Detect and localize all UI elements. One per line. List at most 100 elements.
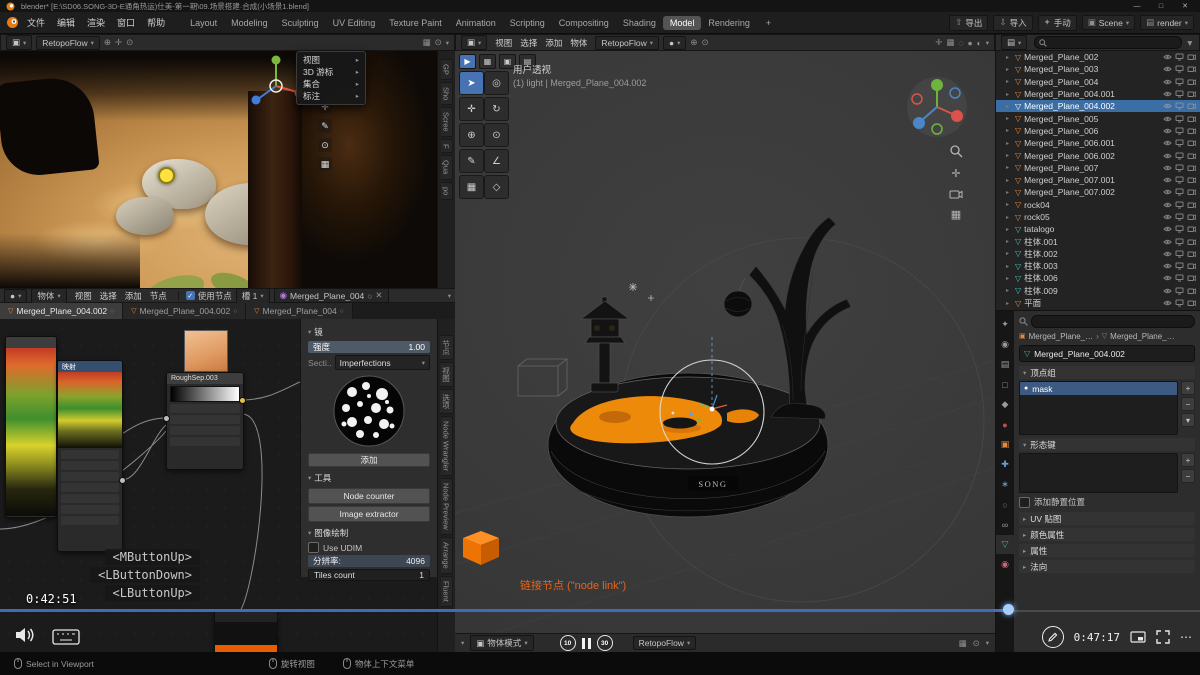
select-tool[interactable]: ➤ [459,71,484,95]
outliner-row[interactable]: ▸ ▽ Merged_Plane_004 [996,76,1200,88]
material-tab[interactable]: ▽ Merged_Plane_004.002 ○ [0,303,123,319]
outliner-row[interactable]: ▸ ▽ Merged_Plane_005 [996,112,1200,124]
expand-icon[interactable]: ▸ [1006,91,1012,98]
hide-viewport-eye-icon[interactable] [1163,102,1172,110]
breadcrumb-object[interactable]: Merged_Plane_… [1029,332,1093,341]
side-tab[interactable]: Arrange [441,537,453,574]
workspace-tab[interactable]: Rendering [701,16,757,30]
snap-magnet-icon[interactable]: ⊕ [690,37,697,48]
keyboard-overlay-toggle-icon[interactable] [52,629,80,645]
properties-tab-icon[interactable]: ▣ [996,435,1014,454]
workspace-tab[interactable]: Sculpting [275,16,326,30]
side-tab[interactable]: F [441,139,453,154]
properties-tab-icon[interactable]: □ [996,375,1014,394]
menu-item[interactable]: 文件 [21,16,51,30]
blender-app-icon[interactable] [6,16,19,29]
workspace-tab[interactable]: Shading [616,16,663,30]
side-tab[interactable]: GP [441,59,453,80]
manual-button[interactable]: ✦手动 [1038,15,1077,31]
import-button[interactable]: ⇩导入 [993,15,1032,31]
outliner-row[interactable]: ▸ ▽ Merged_Plane_003 [996,63,1200,75]
disable-viewport-monitor-icon[interactable] [1175,90,1184,98]
tool-target-icon[interactable]: ⊙ [318,138,332,152]
shader-menu-item[interactable]: 选择 [96,290,121,302]
hide-viewport-eye-icon[interactable] [1163,78,1172,86]
skip-back-button[interactable]: 10 [560,635,576,651]
play-mode-icon[interactable]: ▶ [459,54,476,69]
hide-viewport-eye-icon[interactable] [1163,65,1172,73]
outliner-row[interactable]: ▸ ▽ rock04 [996,199,1200,211]
viewport-menu-item[interactable]: 视图 [491,37,516,49]
shading-icon[interactable]: ⊙ [973,638,980,649]
shape-keys-header[interactable]: ▾ 形态键 [1019,438,1195,451]
tab-pin-icon[interactable]: ○ [340,308,344,315]
disable-render-camera-icon[interactable] [1187,176,1196,184]
outliner-row[interactable]: ▸ ▽ Merged_Plane_004.001 [996,88,1200,100]
remove-key-button[interactable]: − [1181,469,1195,483]
disable-viewport-monitor-icon[interactable] [1175,78,1184,86]
search-input[interactable] [1031,315,1195,328]
outliner-row[interactable]: ▸ ▽ 柱体.009 [996,285,1200,297]
zoom-icon[interactable] [950,145,963,158]
outliner-row[interactable]: ▸ ▽ tatalogo [996,223,1200,235]
disable-render-camera-icon[interactable] [1187,201,1196,209]
tab-pin-icon[interactable]: ○ [110,308,114,315]
disable-viewport-monitor-icon[interactable] [1175,274,1184,282]
hide-viewport-eye-icon[interactable] [1163,201,1172,209]
main-3d-viewport[interactable]: SONG ▶ ▦ ▣ ▤ ➤ ◎ ✛ ↻ [455,51,995,633]
retopoflow-menu[interactable]: RetopoFlow▾ [595,36,659,50]
side-tab[interactable]: 选项 [440,389,454,414]
expand-icon[interactable]: ▸ [1006,78,1012,85]
side-tab[interactable]: Node Preview [441,478,453,535]
properties-tab-icon[interactable]: ◆ [996,395,1014,414]
disable-viewport-monitor-icon[interactable] [1175,238,1184,246]
outliner-row[interactable]: ▸ ▽ 柱体.006 [996,272,1200,284]
tool-grid-icon[interactable]: ▦ [318,157,332,171]
disable-viewport-monitor-icon[interactable] [1175,225,1184,233]
disable-viewport-monitor-icon[interactable] [1175,65,1184,73]
context-menu-item[interactable]: 集合▸ [297,78,365,90]
properties-tab-icon[interactable]: ○ [996,495,1014,514]
expand-icon[interactable]: ▸ [1006,275,1012,282]
output-socket[interactable] [239,397,246,404]
fullscreen-icon[interactable] [1156,630,1170,644]
disable-render-camera-icon[interactable] [1187,90,1196,98]
expand-icon[interactable]: ▸ [1006,103,1012,110]
disable-render-camera-icon[interactable] [1187,287,1196,295]
grid-icon[interactable]: ▦ [951,208,961,221]
disable-viewport-monitor-icon[interactable] [1175,164,1184,172]
outliner-search-input[interactable] [1034,36,1181,49]
minimize-button[interactable]: — [1128,3,1146,10]
expand-icon[interactable]: ▸ [1006,287,1012,294]
disable-viewport-monitor-icon[interactable] [1175,213,1184,221]
side-tab[interactable]: Scree [441,107,453,137]
maximize-button[interactable]: □ [1152,3,1170,10]
pause-button[interactable] [582,638,591,649]
expand-icon[interactable]: ▸ [1006,177,1012,184]
annotate-tool[interactable]: ✎ [459,149,484,173]
node-colorramp[interactable]: RoughSep.003 [166,372,244,470]
shading-material-icon[interactable]: ◐ [977,38,982,48]
imperfections-dropdown[interactable]: Imperfections▾ [335,355,430,370]
use-udim-checkbox[interactable]: Use UDIM [308,542,430,553]
proportional-icon[interactable]: ⊙ [126,37,133,48]
hide-viewport-eye-icon[interactable] [1163,115,1172,123]
mode-selector[interactable]: ▣物体模式▾ [470,635,533,651]
workspace-tab[interactable]: Texture Paint [382,16,449,30]
disable-viewport-monitor-icon[interactable] [1175,152,1184,160]
outliner-row[interactable]: ▸ ▽ Merged_Plane_007.001 [996,174,1200,186]
extra-tool[interactable]: ◇ [484,175,509,199]
scale-tool[interactable]: ⊕ [459,123,484,147]
add-key-button[interactable]: + [1181,453,1195,467]
side-tab[interactable]: po [441,182,453,200]
workspace-tab[interactable]: Model [663,16,702,30]
viewlayer-selector[interactable]: ▤render▾ [1140,15,1194,30]
hide-viewport-eye-icon[interactable] [1163,238,1172,246]
workspace-tab[interactable]: Animation [449,16,503,30]
hide-viewport-eye-icon[interactable] [1163,176,1172,184]
slot-selector[interactable]: 槽 1▾ [236,288,270,304]
remove-group-button[interactable]: − [1181,397,1195,411]
hide-viewport-eye-icon[interactable] [1163,188,1172,196]
theater-mode-icon[interactable] [1130,631,1146,643]
outliner-row[interactable]: ▸ ▽ Merged_Plane_006.001 [996,137,1200,149]
